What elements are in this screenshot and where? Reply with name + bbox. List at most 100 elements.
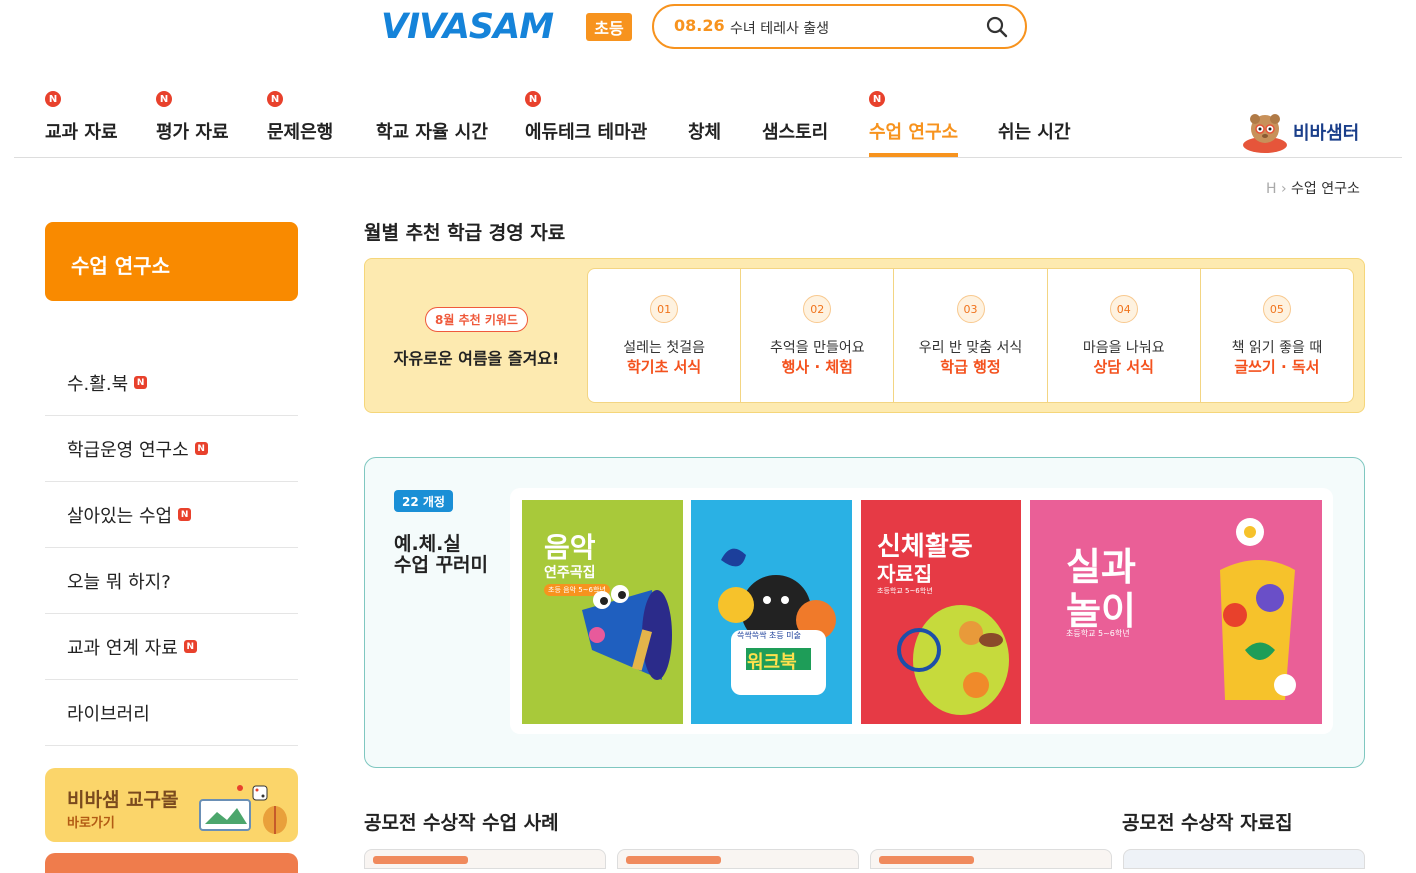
tool-mall-title: 비바샘 교구몰 <box>67 789 179 811</box>
new-badge-icon: N <box>178 508 192 521</box>
sidebar-item-live-class[interactable]: 살아있는 수업 N <box>45 482 298 548</box>
search-text: 수녀 테레사 출생 <box>730 21 830 37</box>
card-number: 05 <box>1262 295 1291 323</box>
new-badge-icon: N <box>525 91 541 107</box>
gnb-item-question-bank[interactable]: N 문제은행 <box>267 91 334 144</box>
card-line2: 글쓰기 · 독서 <box>1234 358 1320 376</box>
gnb-label: 학교 자율 시간 <box>376 122 488 143</box>
gnb-label: 문제은행 <box>267 122 334 143</box>
gnb-item-subject[interactable]: N 교과 자료 <box>45 91 118 144</box>
monthly-card-counsel[interactable]: 04 마음을 나눠요 상담 서식 <box>1048 269 1201 402</box>
monthly-card-semester-start[interactable]: 01 설레는 첫걸음 학기초 서식 <box>588 269 742 402</box>
new-badge-icon: N <box>183 640 197 653</box>
sidebar-item-label: 수.활.북 <box>67 373 129 395</box>
global-nav: N 교과 자료 N 평가 자료 N 문제은행 학교 자율 시간 N 에듀테크 테… <box>0 90 1416 158</box>
keyword-badge: 8월 추천 키워드 <box>425 307 528 332</box>
megaphone-icon <box>582 585 672 680</box>
new-badge-icon: N <box>267 91 283 107</box>
search-icon[interactable] <box>985 15 1009 39</box>
arts-title-line2: 수업 꾸러미 <box>394 554 489 576</box>
book-sub: 쓱싹쓱싹 초등 미술 <box>737 631 801 640</box>
gnb-item-creative[interactable]: 창체 <box>688 118 721 144</box>
gnb-label: 창체 <box>688 122 722 143</box>
sidebar-item-label: 오늘 뭐 하지? <box>67 571 171 593</box>
art-supplies-icon <box>199 785 287 834</box>
sidebar-banner-2[interactable] <box>45 853 298 873</box>
card-line1: 마음을 나눠요 <box>1082 340 1165 356</box>
book-practical[interactable]: 실과 놀이 초등학교 5~6학년 <box>1030 500 1322 724</box>
sidebar-item-library[interactable]: 라이브러리 <box>45 680 298 746</box>
book-sub: 자료집 <box>877 562 933 586</box>
award-card-tag <box>626 856 721 864</box>
breadcrumb-separator: › <box>1280 181 1292 197</box>
award-card-tag <box>879 856 974 864</box>
monthly-card-events[interactable]: 02 추억을 만들어요 행사 · 체험 <box>741 269 895 402</box>
sidebar-item-suhwalbook[interactable]: 수.활.북 N <box>45 350 298 416</box>
gnb-item-lab[interactable]: N 수업 연구소 <box>869 91 959 157</box>
award-card[interactable] <box>870 849 1112 869</box>
book-music[interactable]: 음악 연주곡집 초등 음악 5~6학년 <box>522 500 683 724</box>
monthly-card-admin[interactable]: 03 우리 반 맞춤 서식 학급 행정 <box>894 269 1048 402</box>
card-number: 03 <box>956 295 985 323</box>
gnb-item-samstory[interactable]: 샘스토리 <box>762 118 828 144</box>
card-line1: 책 읽기 좋을 때 <box>1231 340 1323 356</box>
monthly-card-reading[interactable]: 05 책 읽기 좋을 때 글쓰기 · 독서 <box>1201 269 1353 402</box>
new-badge-icon: N <box>134 376 148 389</box>
vivasam-logo[interactable]: VIVASAM 초등 <box>381 7 632 47</box>
sidebar-item-label: 살아있는 수업 <box>67 505 173 527</box>
sidebar-item-linked[interactable]: 교과 연계 자료 N <box>45 614 298 680</box>
logo-wordmark: VIVASAM <box>381 7 554 47</box>
award-card-tag <box>373 856 468 864</box>
sidebar-title: 수업 연구소 <box>45 222 298 301</box>
new-badge-icon: N <box>194 442 208 455</box>
art-workbook-icon <box>718 548 836 695</box>
book-title: 워크북 <box>747 652 797 673</box>
search-input[interactable]: 08.26 수녀 테레사 출생 <box>652 4 1027 49</box>
flower-vase-icon <box>1220 518 1296 700</box>
gnb-label: 수업 연구소 <box>869 122 959 143</box>
gnb-label: 에듀테크 테마관 <box>525 122 648 143</box>
gnb-label: 샘스토리 <box>762 122 829 143</box>
tool-mall-link: 바로가기 <box>67 816 115 831</box>
sidebar-item-today[interactable]: 오늘 뭐 하지? <box>45 548 298 614</box>
keyword-text: 자유로운 여름을 즐겨요! <box>393 349 560 368</box>
search-date: 08.26 <box>674 16 725 35</box>
new-badge-icon: N <box>45 91 61 107</box>
gnb-item-break[interactable]: 쉬는 시간 <box>998 118 1071 144</box>
award-card[interactable] <box>617 849 859 869</box>
award-card[interactable] <box>364 849 606 869</box>
tool-mall-banner[interactable]: 비바샘 교구몰 바로가기 <box>45 768 298 842</box>
sidebar-item-class-lab[interactable]: 학급운영 연구소 N <box>45 416 298 482</box>
vivasamteo-link[interactable]: 비바샘터 <box>1241 107 1371 155</box>
vivasamteo-label: 비바샘터 <box>1293 123 1360 144</box>
card-line2: 학급 행정 <box>940 358 1001 376</box>
book-sub: 놀이 <box>1066 589 1136 633</box>
award-book-card[interactable] <box>1123 849 1365 869</box>
award-cases-title: 공모전 수상작 수업 사례 <box>364 812 559 834</box>
card-line1: 설레는 첫걸음 <box>623 340 705 356</box>
card-line2: 상담 서식 <box>1093 358 1154 376</box>
gnb-label: 평가 자료 <box>156 122 229 143</box>
gnb-item-edutech[interactable]: N 에듀테크 테마관 <box>525 91 648 144</box>
home-icon[interactable]: H <box>1266 181 1277 197</box>
card-line2: 행사 · 체험 <box>781 358 853 376</box>
award-book-title: 공모전 수상작 자료집 <box>1122 812 1293 834</box>
card-number: 02 <box>803 295 832 323</box>
book-physical[interactable]: 신체활동 자료집 초등학교 5~6학년 <box>861 500 1021 724</box>
sidebar-item-label: 라이브러리 <box>67 703 150 725</box>
card-number: 04 <box>1109 295 1138 323</box>
book-art-workbook[interactable]: 워크북 쓱싹쓱싹 초등 미술 <box>691 500 852 724</box>
gnb-label: 교과 자료 <box>45 122 118 143</box>
breadcrumb: H › 수업 연구소 <box>1266 178 1360 198</box>
logo-level-badge: 초등 <box>586 13 632 41</box>
gnb-label: 쉬는 시간 <box>998 122 1071 143</box>
breadcrumb-current: 수업 연구소 <box>1291 181 1360 197</box>
book-tag: 초등학교 5~6학년 <box>1066 629 1130 638</box>
new-badge-icon: N <box>156 91 172 107</box>
sidebar-item-label: 학급운영 연구소 <box>67 439 189 461</box>
monthly-section-title: 월별 추천 학급 경영 자료 <box>364 222 566 244</box>
gnb-item-assessment[interactable]: N 평가 자료 <box>156 91 229 144</box>
card-line2: 학기초 서식 <box>626 358 702 376</box>
gnb-item-school-time[interactable]: 학교 자율 시간 <box>376 118 488 144</box>
card-line1: 추억을 만들어요 <box>769 340 865 356</box>
